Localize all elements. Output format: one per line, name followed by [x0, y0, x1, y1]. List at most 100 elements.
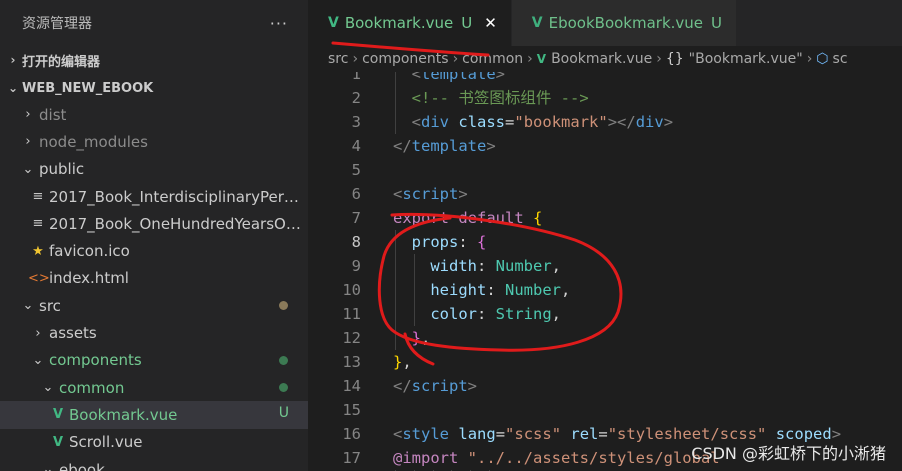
braces-icon: {}	[665, 51, 684, 67]
code-text: },	[393, 353, 412, 371]
tree-item-scroll-vue[interactable]: V Scroll.vue	[0, 429, 308, 456]
line-number: 9	[351, 257, 361, 275]
code-text: props: {	[411, 233, 487, 251]
code-text: height: Number,	[430, 281, 571, 299]
tree-item-label: 2017_Book_InterdisciplinaryPerspe...	[49, 187, 304, 206]
tab-status: U	[461, 14, 473, 32]
tree-item-src[interactable]: ⌄ src	[0, 292, 308, 319]
code-line[interactable]: 15	[308, 398, 902, 422]
tree-item-label: 2017_Book_OneHundredYearsOfC...	[49, 214, 304, 233]
chevron-down-icon: ⌄	[22, 161, 34, 177]
breadcrumb-separator: ›	[806, 51, 813, 67]
tree-item-favicon[interactable]: ★ favicon.ico	[0, 237, 308, 264]
tree-item-common[interactable]: ⌄ common	[0, 374, 308, 401]
line-number: 17	[342, 449, 361, 467]
tree-item-label: src	[39, 296, 61, 315]
tree-item-node-modules[interactable]: › node_modules	[0, 128, 308, 155]
tree-item-dist[interactable]: › dist	[0, 101, 308, 128]
untracked-dot	[279, 382, 288, 392]
indent-guide	[395, 278, 396, 302]
code-line[interactable]: 11 color: String,	[308, 302, 902, 326]
breadcrumb-next[interactable]: sc	[833, 51, 848, 67]
breadcrumb-components[interactable]: components	[362, 51, 449, 67]
tree-item-pdf-1[interactable]: ≡ 2017_Book_InterdisciplinaryPerspe...	[0, 183, 308, 210]
line-number: 10	[342, 281, 361, 299]
code-line[interactable]: 6 <script>	[308, 182, 902, 206]
indent-guide	[395, 326, 396, 350]
line-number: 2	[351, 89, 361, 107]
indent-guide	[413, 254, 415, 278]
code-line[interactable]: 7 export default {	[308, 206, 902, 230]
tree-item-label: Bookmark.vue	[69, 405, 178, 424]
tab-label: EbookBookmark.vue	[548, 14, 704, 32]
line-number: 12	[342, 329, 361, 347]
indent-guide	[395, 72, 396, 86]
breadcrumb-src[interactable]: src	[328, 51, 348, 67]
more-actions-icon[interactable]: ···	[270, 14, 288, 33]
code-text: <template>	[411, 72, 506, 83]
close-icon[interactable]: ✕	[484, 14, 497, 32]
chevron-down-icon: ⌄	[32, 352, 44, 368]
breadcrumb: src › components › common › V Bookmark.v…	[308, 46, 902, 72]
untracked-dot	[279, 355, 288, 365]
tree-item-index-html[interactable]: <> index.html	[0, 265, 308, 292]
workspace-section[interactable]: ⌄ WEB_NEW_EBOOK	[0, 74, 308, 102]
tree-item-pdf-2[interactable]: ≡ 2017_Book_OneHundredYearsOfC...	[0, 210, 308, 237]
vue-icon: V	[52, 434, 64, 450]
tree-item-label: dist	[39, 105, 67, 124]
code-line[interactable]: 4 </template>	[308, 134, 902, 158]
tree-item-bookmark-vue[interactable]: V Bookmark.vue U	[0, 401, 308, 429]
tab-label: Bookmark.vue	[344, 14, 454, 32]
code-text: <div class="bookmark"></div>	[411, 113, 674, 131]
symbol-icon: ⬡	[816, 51, 829, 67]
tree-item-public[interactable]: ⌄ public	[0, 156, 308, 183]
breadcrumb-common[interactable]: common	[462, 51, 523, 67]
code-text: </template>	[393, 137, 496, 155]
chevron-down-icon: ⌄	[22, 298, 34, 314]
code-line[interactable]: 12 },	[308, 326, 902, 350]
tree-item-assets[interactable]: › assets	[0, 319, 308, 346]
tree-item-components[interactable]: ⌄ components	[0, 347, 308, 374]
indent-guide	[395, 230, 396, 254]
code-line[interactable]: 5	[308, 158, 902, 182]
line-number: 13	[342, 353, 361, 371]
explorer-header: 资源管理器 ···	[0, 0, 308, 46]
breadcrumb-separator: ›	[656, 51, 662, 67]
breadcrumb-separator: ›	[527, 51, 533, 67]
code-text: width: Number,	[430, 257, 562, 275]
html-brackets-icon: <>	[28, 270, 50, 286]
breadcrumb-file[interactable]: Bookmark.vue	[551, 51, 652, 67]
chevron-down-icon: ⌄	[42, 380, 54, 396]
chevron-right-icon: ›	[10, 53, 16, 67]
indent-guide	[413, 302, 415, 326]
tree-item-ebook[interactable]: ⌄ ebook	[0, 456, 308, 471]
code-line[interactable]: 1 <template>	[308, 72, 902, 86]
code-line[interactable]: 10 height: Number,	[308, 278, 902, 302]
line-number: 4	[351, 137, 361, 155]
breadcrumb-block[interactable]: "Bookmark.vue"	[689, 51, 803, 67]
code-editor[interactable]: 1 <template> 2 <!-- 书签图标组件 --> 3 <div clas…	[308, 72, 902, 471]
chevron-right-icon: ›	[35, 325, 41, 341]
tree-item-label: ebook	[59, 460, 105, 471]
code-text: <!-- 书签图标组件 -->	[411, 89, 589, 107]
breadcrumb-separator: ›	[352, 51, 359, 67]
code-line[interactable]: 13},	[308, 350, 902, 374]
code-text: },	[411, 329, 431, 347]
line-number: 3	[351, 113, 361, 131]
workspace-label: WEB_NEW_EBOOK	[22, 80, 154, 96]
chevron-down-icon: ⌄	[7, 81, 19, 95]
modified-dot	[279, 301, 288, 311]
code-line[interactable]: 3 <div class="bookmark"></div>	[308, 110, 902, 134]
code-line[interactable]: 14 </script>	[308, 374, 902, 398]
code-line[interactable]: 8 props: {	[308, 230, 902, 254]
file-lines-icon: ≡	[32, 216, 44, 232]
tab-bookmark-vue[interactable]: V Bookmark.vue U ✕	[308, 0, 512, 46]
watermark: CSDN @彩虹桥下的小淅猪	[691, 444, 886, 463]
code-line[interactable]: 9 width: Number,	[308, 254, 902, 278]
tab-ebook-bookmark-vue[interactable]: V EbookBookmark.vue U	[511, 0, 737, 46]
tree-item-label: node_modules	[39, 132, 148, 151]
indent-guide	[395, 110, 396, 134]
code-line[interactable]: 2 <!-- 书签图标组件 -->	[308, 86, 902, 110]
code-text: export default {	[393, 209, 543, 227]
open-editors-section[interactable]: › 打开的编辑器	[0, 46, 308, 74]
